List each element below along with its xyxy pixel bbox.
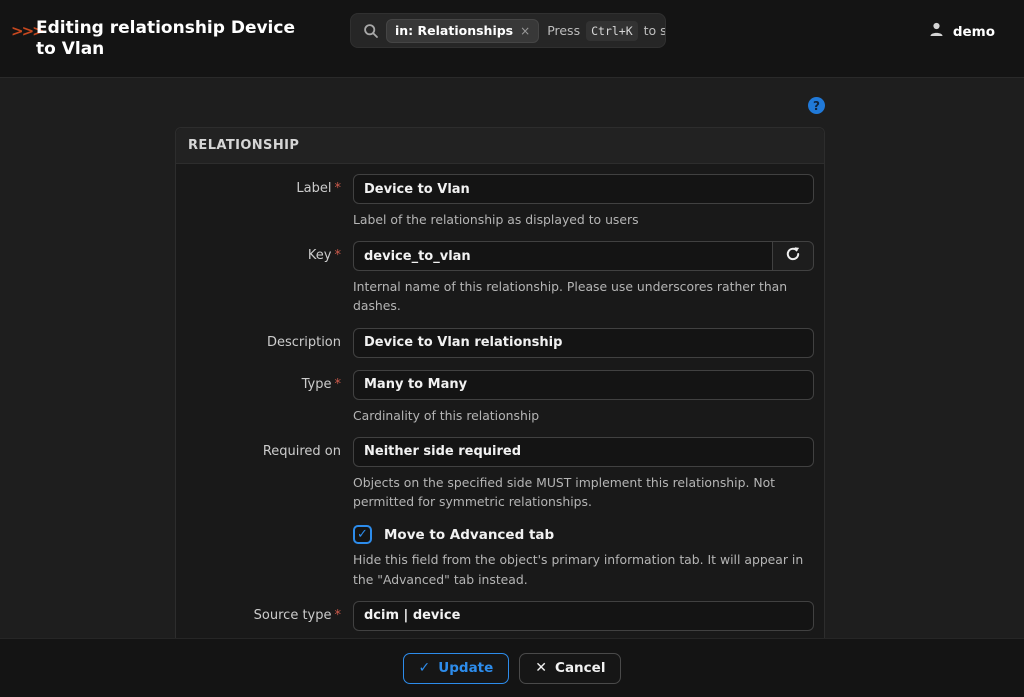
advanced-tab-help-text: Hide this field from the object's primar…: [353, 550, 814, 588]
type-field-label: Type*: [186, 370, 341, 425]
user-menu[interactable]: demo: [928, 21, 995, 42]
relationship-panel: RELATIONSHIP Label* Label of the relatio…: [175, 127, 825, 697]
label-field-label: Label*: [186, 174, 341, 229]
label-help-text: Label of the relationship as displayed t…: [353, 210, 814, 229]
chip-close-icon[interactable]: ×: [520, 24, 530, 38]
relationship-form: Label* Label of the relationship as disp…: [176, 164, 824, 697]
form-row-advanced-ui: ✓ Move to Advanced tab Hide this field f…: [186, 523, 814, 588]
form-row-required-on: Required on Objects on the specified sid…: [186, 437, 814, 511]
update-button[interactable]: ✓ Update: [403, 653, 510, 684]
key-input[interactable]: [353, 241, 772, 271]
search-filter-chip[interactable]: in: Relationships ×: [386, 19, 539, 43]
close-icon: ✕: [535, 660, 547, 676]
required-marker: *: [335, 608, 342, 623]
panel-title: RELATIONSHIP: [176, 128, 824, 164]
source-type-select[interactable]: [353, 601, 814, 631]
form-action-bar: ✓ Update ✕ Cancel: [0, 638, 1024, 697]
search-icon: [363, 23, 379, 39]
key-field-label: Key*: [186, 241, 341, 315]
global-search-input[interactable]: in: Relationships × Press Ctrl+K to sear…: [350, 13, 666, 48]
required-marker: *: [335, 377, 342, 392]
top-navbar: >>> Editing relationship Device to Vlan …: [0, 0, 1024, 78]
key-help-text: Internal name of this relationship. Plea…: [353, 277, 814, 315]
required-on-select[interactable]: [353, 437, 814, 467]
user-icon: [928, 21, 945, 42]
ctrl-k-shortcut: Ctrl+K: [586, 21, 638, 41]
cancel-button[interactable]: ✕ Cancel: [519, 653, 621, 684]
required-on-help-text: Objects on the specified side MUST imple…: [353, 473, 814, 511]
type-select[interactable]: [353, 370, 814, 400]
page-title: Editing relationship Device to Vlan: [36, 18, 318, 59]
help-icon[interactable]: ?: [808, 97, 825, 114]
type-help-text: Cardinality of this relationship: [353, 406, 814, 425]
username-label: demo: [953, 24, 995, 40]
check-icon: ✓: [419, 660, 431, 676]
search-placeholder: Press Ctrl+K to search: [547, 21, 666, 41]
form-row-key: Key* Inte: [186, 241, 814, 315]
form-row-description: Description: [186, 328, 814, 358]
description-field-label: Description: [186, 328, 341, 358]
advanced-tab-checkbox-label[interactable]: Move to Advanced tab: [384, 527, 554, 543]
required-marker: *: [335, 181, 342, 196]
form-row-label: Label* Label of the relationship as disp…: [186, 174, 814, 229]
advanced-tab-checkbox[interactable]: ✓: [353, 525, 372, 544]
form-row-type: Type* Cardinality of this relationship: [186, 370, 814, 425]
app-window: >>> Editing relationship Device to Vlan …: [0, 0, 1024, 697]
description-input[interactable]: [353, 328, 814, 358]
search-filter-label: in: Relationships: [395, 23, 513, 38]
regenerate-key-button[interactable]: [772, 241, 814, 271]
label-input[interactable]: [353, 174, 814, 204]
refresh-icon: [785, 246, 801, 266]
required-marker: *: [335, 248, 342, 263]
required-on-field-label: Required on: [186, 437, 341, 511]
